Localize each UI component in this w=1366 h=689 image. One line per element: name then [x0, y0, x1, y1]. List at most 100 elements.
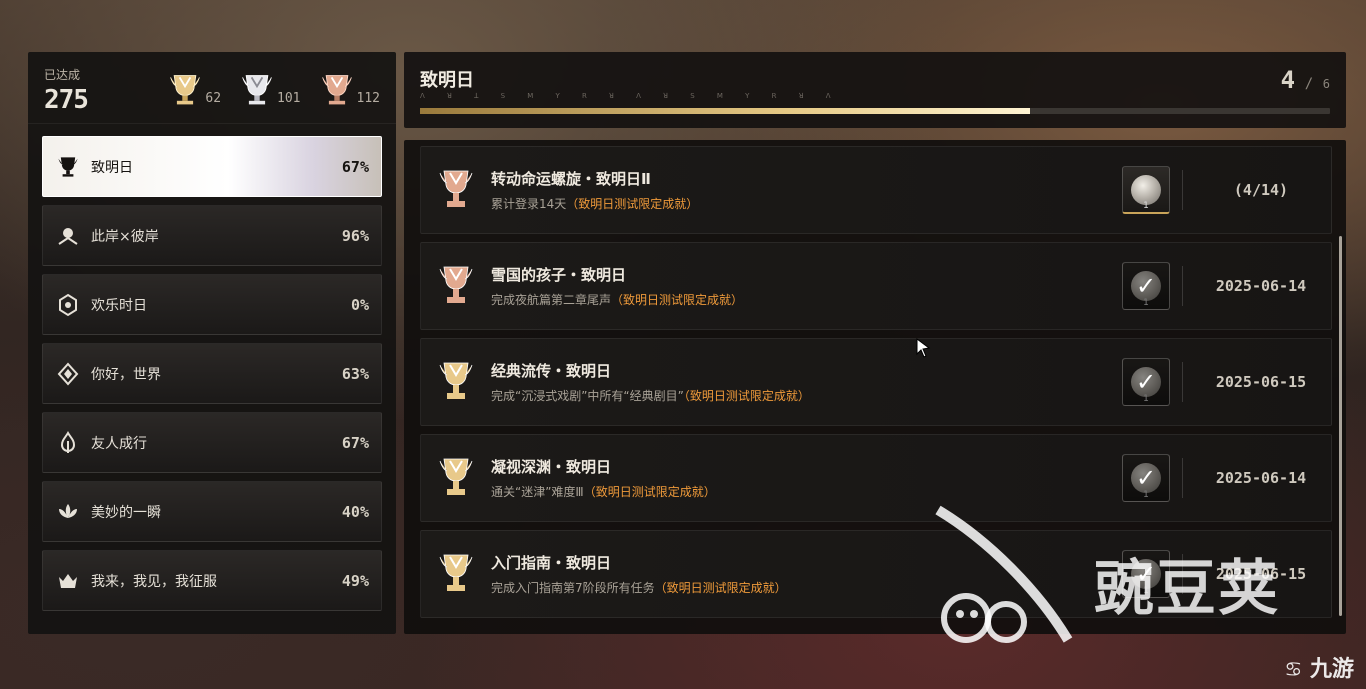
achievement-row[interactable]: 经典流传・致明日 完成“沉浸式戏剧”中所有“经典剧目”（致明日测试限定成就） 1 ✓ 2…	[420, 338, 1332, 426]
reward-item[interactable]: 1 ✓	[1122, 262, 1170, 310]
bronze-trophy-icon	[321, 75, 352, 105]
mouse-cursor-icon	[916, 338, 931, 358]
gold-trophy-icon	[170, 75, 201, 105]
checkmark-icon: ✓	[1123, 359, 1169, 405]
achievement-desc-text: 完成夜航篇第二章尾声	[491, 293, 612, 307]
achievement-desc-text: 累计登录14天	[491, 197, 567, 211]
category-list: 致明日 67% 此岸×彼岸 96% 欢乐时日 0% 你好，世界 63% 友人成行…	[28, 124, 396, 611]
corner-watermark: ♋ 九游	[1284, 651, 1354, 683]
category-name: 友人成行	[91, 435, 147, 452]
category-item-meimiao-yishun[interactable]: 美妙的一瞬 40%	[42, 481, 382, 542]
achievement-summary: 已达成 275 62 101 112	[28, 52, 396, 124]
checkmark-icon: ✓	[1123, 455, 1169, 501]
divider	[1182, 458, 1183, 498]
category-progress-count: 4 / 6	[1281, 66, 1330, 94]
gold-trophy-icon	[421, 455, 491, 501]
lotus-emblem-icon	[55, 499, 81, 525]
reward-item[interactable]: 1 ✓	[1122, 454, 1170, 502]
achievement-info: 雪国的孩子・致明日完成夜航篇第二章尾声（致明日测试限定成就）	[491, 264, 1122, 308]
trophy-counts: 62 101 112	[167, 72, 380, 108]
achievement-info: 经典流传・致明日完成“沉浸式戏剧”中所有“经典剧目”（致明日测试限定成就）	[491, 360, 1122, 404]
achievement-row[interactable]: 入门指南・致明日 完成入门指南第7阶段所有任务（致明日测试限定成就） 1 ✓ 2025-…	[420, 530, 1332, 618]
category-percent: 63%	[341, 364, 369, 383]
limited-tag: （致明日测试限定成就）	[683, 389, 810, 403]
achievement-status: 2025-06-14	[1215, 469, 1307, 487]
crown-emblem-icon	[55, 568, 81, 594]
category-name: 美妙的一瞬	[91, 504, 161, 521]
bronze-trophy-icon	[421, 167, 491, 213]
category-progress-bar	[420, 108, 1330, 114]
scrollbar[interactable]	[1339, 236, 1342, 616]
achievement-row[interactable]: 雪国的孩子・致明日 完成夜航篇第二章尾声（致明日测试限定成就） 1 ✓ 2025-06-…	[420, 242, 1332, 330]
category-item-zhimingri[interactable]: 致明日 67%	[42, 136, 382, 197]
checkmark-icon: ✓	[1123, 551, 1169, 597]
bronze-count: 112	[356, 91, 380, 106]
category-percent: 49%	[341, 571, 369, 590]
category-percent: 0%	[350, 295, 369, 314]
achievement-description: 完成“沉浸式戏剧”中所有“经典剧目”（致明日测试限定成就）	[491, 387, 1122, 404]
category-item-youren-chengxing[interactable]: 友人成行 67%	[42, 412, 382, 473]
achieved-label: 已达成	[44, 68, 81, 82]
category-item-huanle-shiri[interactable]: 欢乐时日 0%	[42, 274, 382, 335]
achievement-description: 通关“迷津”难度Ⅲ（致明日测试限定成就）	[491, 483, 1122, 500]
achievement-status: (4/14)	[1233, 181, 1289, 199]
limited-tag: （致明日测试限定成就）	[566, 197, 699, 211]
achievement-status: 2025-06-15	[1215, 373, 1307, 391]
category-name: 我来，我见，我征服	[91, 573, 217, 590]
category-item-ciAn-biAn[interactable]: 此岸×彼岸 96%	[42, 205, 382, 266]
achievement-info: 入门指南・致明日 完成入门指南第7阶段所有任务（致明日测试限定成就）	[491, 552, 1122, 596]
reward-quantity: 1	[1143, 201, 1149, 211]
category-item-wolai-wojian[interactable]: 我来，我见，我征服 49%	[42, 550, 382, 611]
achievement-status: 2025-06-14	[1215, 277, 1307, 295]
category-name: 此岸×彼岸	[91, 228, 159, 245]
limited-tag: （致明日测试限定成就）	[611, 293, 744, 307]
achievement-row[interactable]: 凝视深渊・致明日通关“迷津”难度Ⅲ（致明日测试限定成就） 1 ✓ 2025-06-14	[420, 434, 1332, 522]
gold-trophy-icon	[421, 359, 491, 405]
achieved-count: 275	[44, 85, 89, 115]
progress-current: 4	[1280, 66, 1296, 94]
divider	[1182, 170, 1183, 210]
achievement-title: 转动命运螺旋・致明日Ⅱ	[491, 170, 651, 188]
category-item-nihao-shijie[interactable]: 你好，世界 63%	[42, 343, 382, 404]
limited-tag: （致明日测试限定成就）	[583, 485, 716, 499]
diamond-emblem-icon	[55, 361, 81, 387]
page-title: 致明日	[420, 70, 474, 91]
achievement-title: 雪国的孩子・致明日	[491, 266, 627, 284]
progress-total: 6	[1322, 77, 1330, 91]
gold-trophy-icon	[421, 551, 491, 597]
category-percent: 40%	[341, 502, 369, 521]
achievement-row[interactable]: 转动命运螺旋・致明日Ⅱ 累计登录14天（致明日测试限定成就） 1 (4/14)	[420, 146, 1332, 234]
category-panel: 已达成 275 62 101 112 致明日 67% 此岸×彼岸 96% 欢乐时…	[28, 52, 396, 634]
mask-emblem-icon	[55, 292, 81, 318]
category-header: 致明日 ꓥ ꓤ ꓕ ꓢ ꓟ ꓬ ꓣ ꓤ ꓥ ꓤ ꓢ ꓟ ꓬ ꓣ ꓤ ꓥ 4 / …	[404, 52, 1346, 128]
decorative-script: ꓥ ꓤ ꓕ ꓢ ꓟ ꓬ ꓣ ꓤ ꓥ ꓤ ꓢ ꓟ ꓬ ꓣ ꓤ ꓥ	[420, 92, 840, 100]
category-percent: 96%	[341, 226, 369, 245]
achievement-desc-text: 完成“沉浸式戏剧”中所有“经典剧目”	[491, 389, 684, 403]
category-name: 欢乐时日	[91, 297, 147, 314]
gold-count: 62	[205, 91, 222, 106]
silver-trophy-icon	[242, 75, 272, 105]
divider	[1182, 362, 1183, 402]
achievement-description: 完成入门指南第7阶段所有任务（致明日测试限定成就）	[491, 579, 1122, 596]
reward-item[interactable]: 1 ✓	[1122, 358, 1170, 406]
silver-trophy-count: 101	[239, 72, 301, 108]
reward-coin-icon	[1131, 174, 1161, 205]
bronze-trophy-icon	[421, 263, 491, 309]
achievement-description: 累计登录14天（致明日测试限定成就）	[491, 195, 1122, 212]
category-percent: 67%	[341, 433, 369, 452]
achievement-info: 凝视深渊・致明日通关“迷津”难度Ⅲ（致明日测试限定成就）	[491, 456, 1122, 500]
trophy-icon	[55, 154, 81, 180]
reward-item[interactable]: 1 ✓	[1122, 550, 1170, 598]
achievement-list-panel: 转动命运螺旋・致明日Ⅱ 累计登录14天（致明日测试限定成就） 1 (4/14) 雪国的孩…	[404, 140, 1346, 634]
achievement-title: 凝视深渊・致明日	[491, 458, 612, 476]
category-name: 致明日	[91, 159, 133, 176]
divider	[1182, 266, 1183, 306]
reward-item[interactable]: 1	[1122, 166, 1170, 214]
divider	[1182, 554, 1183, 594]
limited-tag: （致明日测试限定成就）	[654, 581, 787, 595]
achievement-description: 完成夜航篇第二章尾声（致明日测试限定成就）	[491, 291, 1122, 308]
corner-logo-icon: ♋	[1284, 657, 1303, 681]
achievement-info: 转动命运螺旋・致明日Ⅱ 累计登录14天（致明日测试限定成就）	[491, 168, 1122, 212]
achievement-title: 经典流传・致明日	[491, 362, 612, 380]
achievement-status: 2025-06-15	[1215, 565, 1307, 583]
